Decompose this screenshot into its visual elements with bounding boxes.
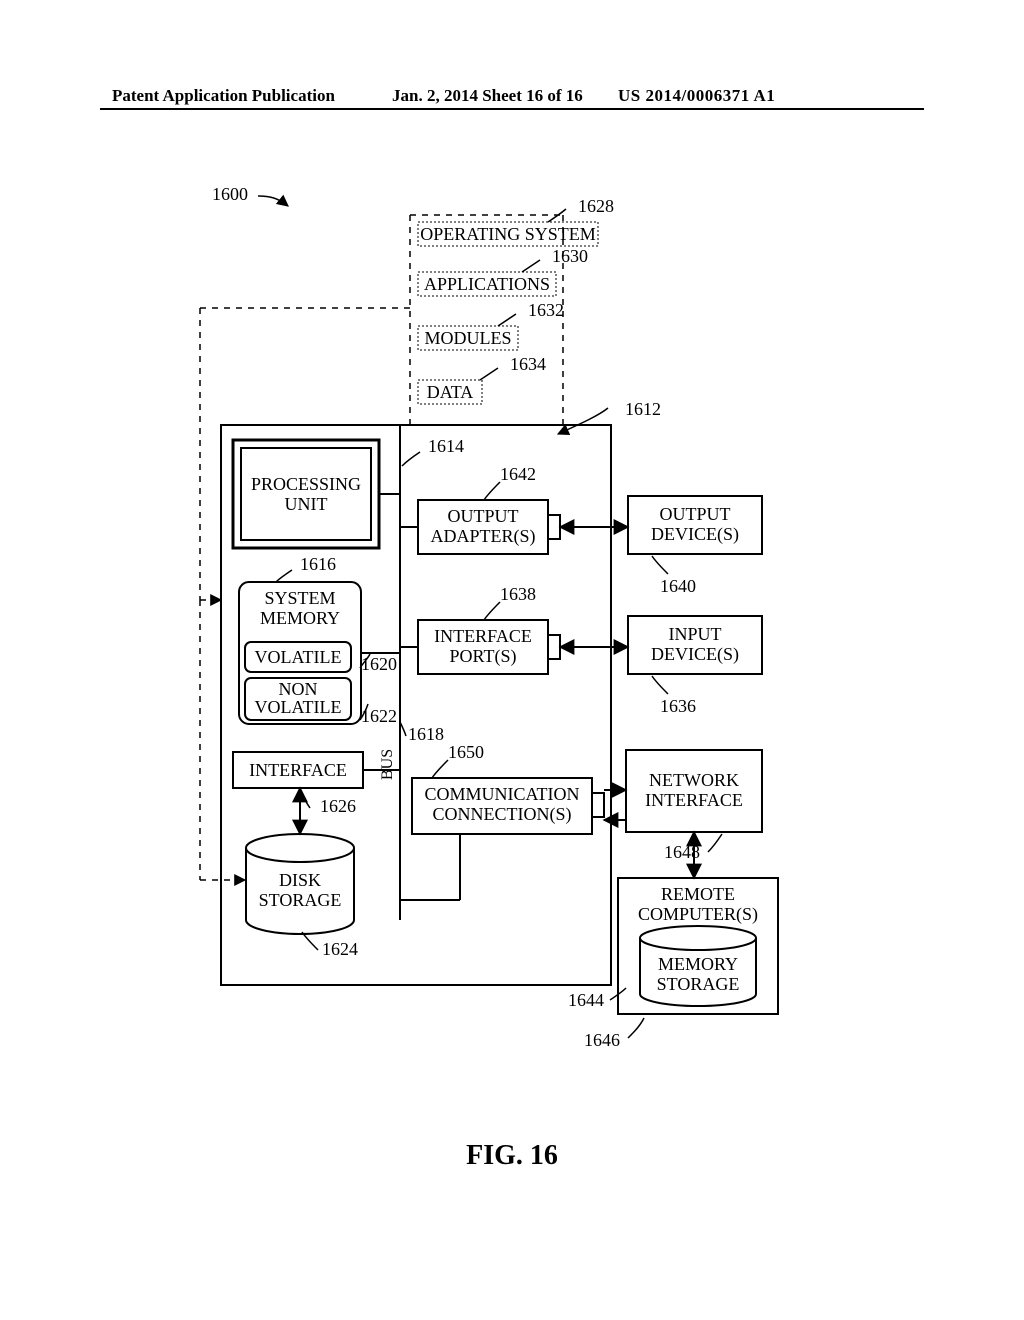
memstore-label1: MEMORY — [658, 954, 738, 974]
outadapter-label1: OUTPUT — [448, 506, 519, 526]
ref-1642: 1642 — [500, 464, 536, 484]
proc-label1: PROCESSING — [251, 474, 361, 494]
ref-1650: 1650 — [448, 742, 484, 762]
ref-1614: 1614 — [428, 436, 464, 456]
modules-label: MODULES — [424, 328, 511, 348]
disk-storage: DISK STORAGE — [246, 834, 354, 934]
figure-svg: 1612 1600 OPERATING SYSTEM 1628 APPLICAT… — [0, 0, 1024, 1320]
page: Patent Application Publication Jan. 2, 2… — [0, 0, 1024, 1320]
outdev-label1: OUTPUT — [660, 504, 731, 524]
nonvol-label1: NON — [279, 679, 318, 699]
memstore-label2: STORAGE — [657, 974, 740, 994]
ifport-label2: PORT(S) — [450, 646, 517, 667]
ref-1644: 1644 — [568, 990, 604, 1010]
vol-label: VOLATILE — [255, 647, 342, 667]
ref-1636: 1636 — [660, 696, 696, 716]
nonvol-label2: VOLATILE — [255, 697, 342, 717]
ifport-label1: INTERFACE — [434, 626, 532, 646]
disk-label1: DISK — [279, 870, 321, 890]
memory-storage: MEMORY STORAGE — [640, 926, 756, 1006]
ref-1632: 1632 — [528, 300, 564, 320]
ref-1600: 1600 — [212, 184, 248, 204]
ref-1618: 1618 — [408, 724, 444, 744]
ref-1620: 1620 — [361, 654, 397, 674]
netif-label2: INTERFACE — [645, 790, 743, 810]
apps-label: APPLICATIONS — [424, 274, 550, 294]
input-label1: INPUT — [669, 624, 722, 644]
disk-label2: STORAGE — [259, 890, 342, 910]
ref-1630: 1630 — [552, 246, 588, 266]
ref-1622: 1622 — [361, 706, 397, 726]
ref-1638: 1638 — [500, 584, 536, 604]
ref-1612: 1612 — [625, 399, 661, 419]
remote-label2: COMPUTER(S) — [638, 904, 758, 925]
os-label: OPERATING SYSTEM — [420, 224, 596, 244]
sysmem-label1: SYSTEM — [264, 588, 335, 608]
comm-label2: CONNECTION(S) — [433, 804, 572, 825]
ref-1616: 1616 — [300, 554, 336, 574]
ref-1640: 1640 — [660, 576, 696, 596]
figure-label: FIG. 16 — [0, 1140, 1024, 1172]
ref-1626: 1626 — [320, 796, 356, 816]
remote-label1: REMOTE — [661, 884, 735, 904]
ref-1628: 1628 — [578, 196, 614, 216]
sysmem-label2: MEMORY — [260, 608, 340, 628]
outdev-label2: DEVICE(S) — [651, 524, 739, 545]
comm-label1: COMMUNICATION — [424, 784, 579, 804]
proc-label2: UNIT — [285, 494, 328, 514]
outadapter-label2: ADAPTER(S) — [430, 526, 535, 547]
ref-1646: 1646 — [584, 1030, 620, 1050]
ref-1634: 1634 — [510, 354, 546, 374]
netif-label1: NETWORK — [649, 770, 739, 790]
input-label2: DEVICE(S) — [651, 644, 739, 665]
iface-label: INTERFACE — [249, 760, 347, 780]
ref-1624: 1624 — [322, 939, 358, 959]
data-label: DATA — [427, 382, 474, 402]
bus-label: BUS — [379, 749, 396, 780]
